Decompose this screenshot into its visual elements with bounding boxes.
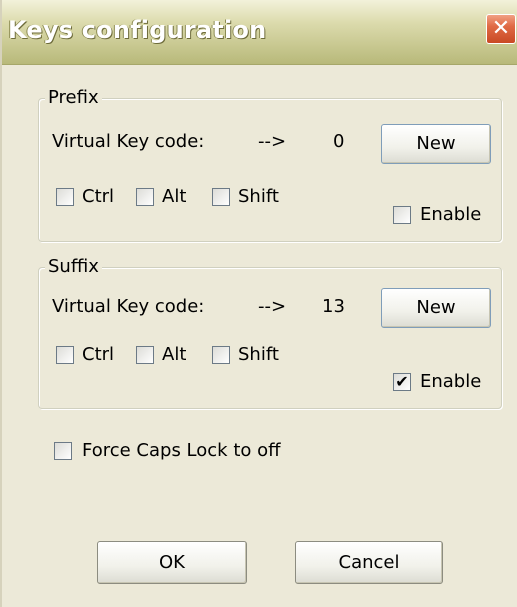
suffix-group-label: Suffix — [45, 256, 102, 278]
prefix-enable-label: Enable — [420, 204, 482, 225]
prefix-new-label: New — [416, 133, 456, 154]
force-caps-checkbox[interactable] — [54, 442, 72, 460]
ok-label: OK — [159, 552, 185, 573]
prefix-shift-checkbox[interactable] — [212, 188, 230, 206]
prefix-new-button[interactable]: New — [381, 124, 491, 164]
suffix-shift-checkbox[interactable] — [212, 346, 230, 364]
window-title: Keys configuration — [8, 16, 267, 44]
prefix-vk-arrow: --> — [258, 131, 287, 152]
prefix-alt-checkbox[interactable] — [136, 188, 154, 206]
suffix-new-label: New — [416, 297, 456, 318]
suffix-new-button[interactable]: New — [381, 288, 491, 328]
prefix-alt-label: Alt — [162, 186, 187, 207]
prefix-ctrl-label: Ctrl — [82, 186, 115, 207]
suffix-enable-label: Enable — [420, 371, 482, 392]
suffix-vk-label: Virtual Key code: — [52, 296, 205, 317]
suffix-shift-label: Shift — [238, 344, 279, 365]
suffix-ctrl-checkbox[interactable] — [56, 346, 74, 364]
prefix-enable-checkbox[interactable] — [393, 206, 411, 224]
prefix-vk-value: 0 — [333, 131, 345, 152]
cancel-button[interactable]: Cancel — [295, 541, 443, 584]
cancel-label: Cancel — [338, 552, 400, 573]
suffix-vk-value: 13 — [322, 296, 345, 317]
suffix-enable-checkbox[interactable]: ✔ — [393, 373, 411, 391]
prefix-group-label: Prefix — [45, 87, 102, 109]
suffix-alt-checkbox[interactable] — [136, 346, 154, 364]
prefix-vk-label: Virtual Key code: — [52, 131, 205, 152]
prefix-ctrl-checkbox[interactable] — [56, 188, 74, 206]
keys-config-dialog: Keys configuration ✕ Prefix Virtual Key … — [0, 0, 517, 607]
suffix-ctrl-label: Ctrl — [82, 344, 115, 365]
check-icon: ✔ — [395, 372, 409, 391]
force-caps-label: Force Caps Lock to off — [82, 440, 281, 461]
ok-button[interactable]: OK — [97, 541, 247, 584]
suffix-vk-arrow: --> — [258, 296, 287, 317]
title-bar[interactable]: Keys configuration ✕ — [2, 0, 517, 65]
close-button[interactable]: ✕ — [486, 14, 516, 44]
suffix-alt-label: Alt — [162, 344, 187, 365]
close-icon: ✕ — [491, 16, 511, 41]
prefix-shift-label: Shift — [238, 186, 279, 207]
